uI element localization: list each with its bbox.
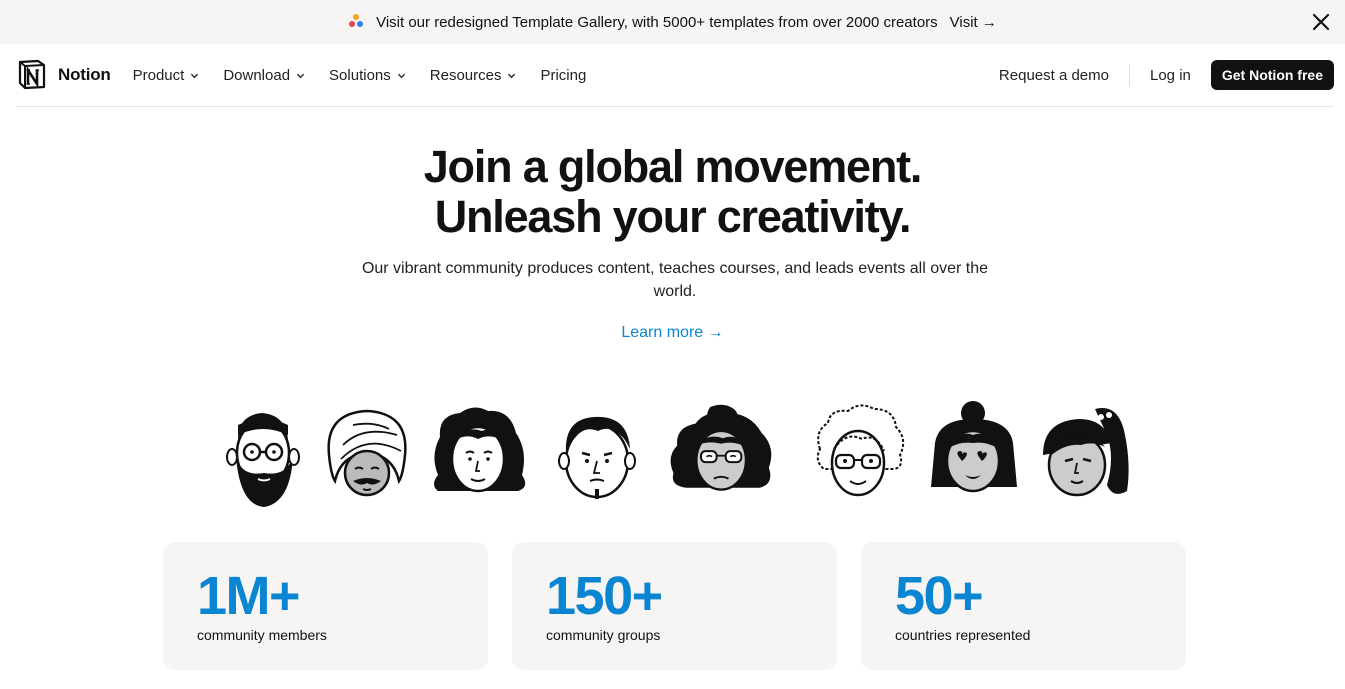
stat-card-countries: 50+ countries represented: [861, 542, 1186, 670]
nav-divider: [1129, 64, 1130, 86]
learn-more-row: Learn more →: [0, 324, 1345, 342]
turban-man-face: [327, 409, 407, 497]
chevron-down-icon: [296, 73, 305, 78]
nav-solutions[interactable]: Solutions: [329, 67, 406, 84]
template-gallery-icon: [349, 14, 364, 27]
mustache-man-face: [558, 416, 636, 499]
hero-title-line1: Join a global movement.: [423, 141, 923, 192]
stat-value: 150+: [546, 566, 663, 626]
stat-label: countries represented: [895, 627, 1031, 643]
ponytail-woman-face: [1043, 408, 1129, 497]
chevron-down-icon: [397, 73, 405, 78]
learn-more-link[interactable]: Learn more →: [621, 324, 723, 341]
banner-visit-link[interactable]: Visit →: [950, 14, 997, 31]
bun-woman-face: [931, 401, 1017, 493]
nav-product[interactable]: Product: [133, 67, 200, 84]
login-link[interactable]: Log in: [1150, 67, 1191, 84]
banner-close-button[interactable]: [1307, 8, 1335, 36]
stat-value: 1M+: [197, 566, 301, 626]
get-notion-free-button[interactable]: Get Notion free: [1210, 60, 1334, 90]
stat-card-groups: 150+ community groups: [512, 542, 837, 670]
bearded-man-face: [226, 413, 300, 507]
nav-download-label: Download: [223, 66, 291, 84]
curly-hair-woman-face: [434, 407, 526, 493]
nav-resources[interactable]: Resources: [430, 67, 517, 84]
community-faces-illustration: [220, 395, 1140, 510]
top-nav: Notion Product Download Solutions Resour…: [16, 44, 1334, 107]
notion-logo-link[interactable]: Notion: [16, 59, 111, 91]
banner-message: Visit our redesigned Template Gallery, w…: [376, 13, 938, 31]
curly-glasses-person-face: [816, 404, 905, 497]
nav-download[interactable]: Download: [223, 67, 305, 84]
nav-right-group: Request a demo Log in Get Notion free: [999, 60, 1334, 90]
announcement-banner: Visit our redesigned Template Gallery, w…: [0, 0, 1345, 44]
brand-wordmark: Notion: [58, 65, 111, 84]
beret-woman-face: [670, 404, 772, 491]
stat-value: 50+: [895, 566, 984, 626]
nav-resources-label: Resources: [429, 66, 502, 84]
stat-label: community members: [197, 627, 327, 643]
hero-title-line2: Unleash your creativity.: [434, 191, 912, 242]
nav-product-label: Product: [132, 66, 185, 84]
close-icon: [1312, 13, 1330, 31]
hero-title: Join a global movement. Unleash your cre…: [0, 142, 1345, 242]
nav-pricing[interactable]: Pricing: [540, 67, 586, 84]
chevron-down-icon: [508, 73, 516, 78]
stat-label: community groups: [546, 627, 661, 643]
hero-subtitle: Our vibrant community produces content, …: [361, 260, 989, 300]
nav-pricing-label: Pricing: [540, 66, 587, 84]
chevron-down-icon: [191, 73, 199, 78]
notion-logo-icon: [18, 59, 46, 90]
nav-solutions-label: Solutions: [329, 66, 391, 84]
request-demo-link[interactable]: Request a demo: [999, 67, 1109, 84]
stat-card-members: 1M+ community members: [163, 542, 488, 670]
